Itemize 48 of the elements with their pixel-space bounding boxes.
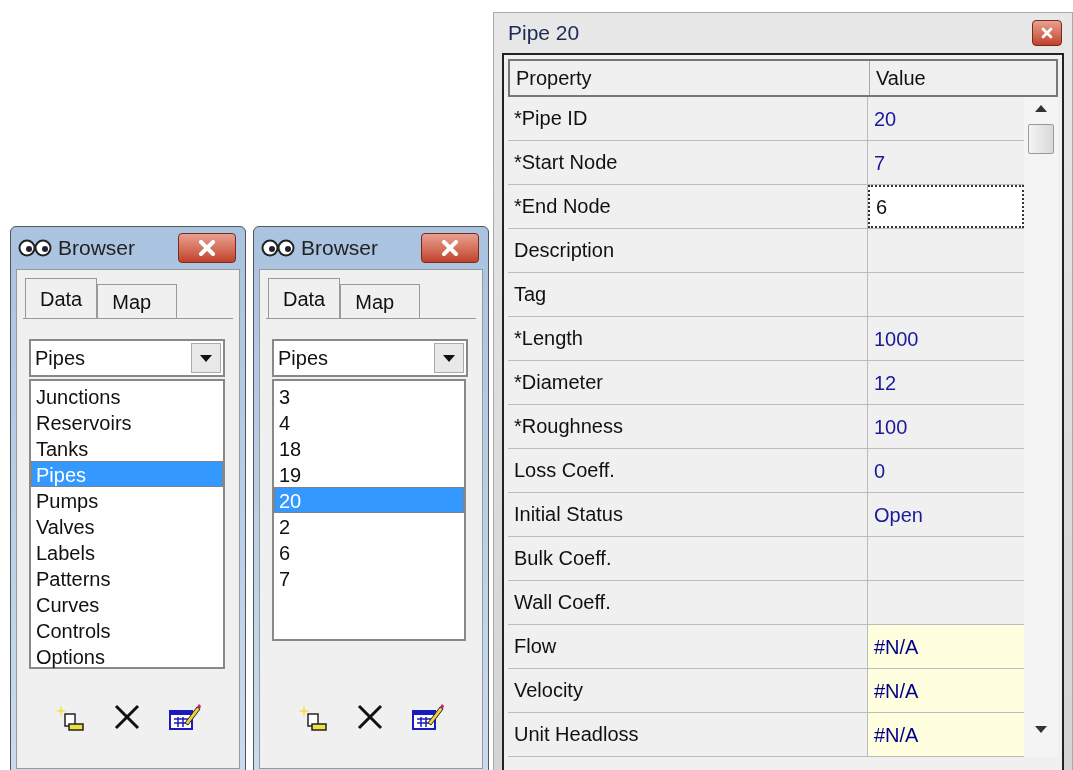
close-button[interactable]	[178, 233, 236, 263]
list-item[interactable]: Curves	[31, 591, 223, 617]
close-icon	[1041, 27, 1053, 39]
window-title: Browser	[58, 235, 136, 262]
dropdown[interactable]: Pipes	[272, 339, 468, 377]
edit-icon[interactable]	[412, 703, 444, 733]
scroll-thumb[interactable]	[1028, 124, 1055, 154]
list-item[interactable]: 19	[274, 461, 464, 487]
list-item[interactable]: Tanks	[31, 435, 223, 461]
list-item[interactable]: 3	[274, 383, 464, 409]
eyes-icon	[18, 239, 52, 257]
delete-icon[interactable]	[113, 703, 141, 731]
edit-icon[interactable]	[169, 703, 201, 733]
tab[interactable]: Data	[268, 278, 341, 318]
window-title: Pipe 20	[508, 20, 580, 47]
delete-icon[interactable]	[356, 703, 384, 731]
list-item[interactable]: Reservoirs	[31, 409, 223, 435]
scrollbar[interactable]	[1024, 97, 1058, 757]
dropdown[interactable]: Pipes	[29, 339, 225, 377]
close-button[interactable]	[421, 233, 479, 263]
list-item[interactable]: 18	[274, 435, 464, 461]
scroll-up-arrow-icon[interactable]	[1035, 105, 1048, 112]
tab[interactable]: Data	[25, 278, 98, 318]
list-item[interactable]: Pumps	[31, 487, 223, 513]
list-item[interactable]: Labels	[31, 539, 223, 565]
list-item[interactable]: Valves	[31, 513, 223, 539]
list-item[interactable]: 6	[274, 539, 464, 565]
list-item[interactable]: 2	[274, 513, 464, 539]
column-header: Value	[875, 66, 927, 91]
eyes-icon	[261, 239, 295, 257]
close-button[interactable]	[1032, 20, 1062, 46]
list-item[interactable]: Patterns	[31, 565, 223, 591]
list-item[interactable]: Options	[31, 643, 223, 669]
scroll-down-arrow-icon[interactable]	[1035, 726, 1048, 733]
close-icon	[441, 240, 459, 256]
window-title: Browser	[301, 235, 379, 262]
tab[interactable]: Map	[340, 284, 421, 318]
value-cell[interactable]: #N/A	[868, 625, 1024, 668]
value-cell[interactable]: 6	[868, 185, 1024, 228]
value-cell[interactable]: #N/A	[868, 713, 1024, 756]
list-item[interactable]: Controls	[31, 617, 223, 643]
list-item[interactable]: Junctions	[31, 383, 223, 409]
list-item[interactable]: 4	[274, 409, 464, 435]
close-icon	[198, 240, 216, 256]
column-header: Property	[510, 61, 870, 95]
list-item[interactable]: 7	[274, 565, 464, 591]
value-cell[interactable]: #N/A	[868, 669, 1024, 712]
tab[interactable]: Map	[97, 284, 178, 318]
